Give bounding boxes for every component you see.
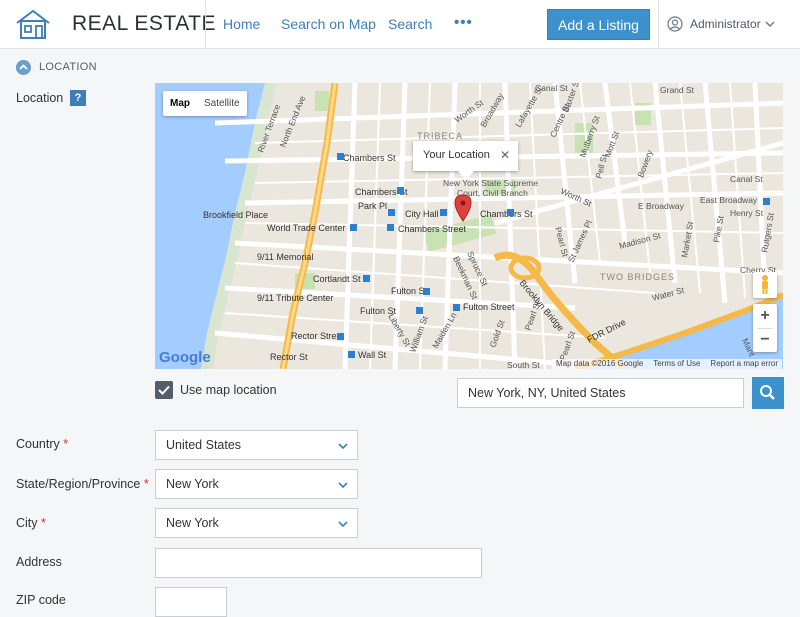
map-label: Cortlandt St bbox=[313, 274, 361, 284]
map-label: Broadway bbox=[478, 91, 506, 129]
map-label: East Broadway bbox=[700, 195, 758, 205]
city-value: New York bbox=[166, 516, 219, 530]
chevron-down-icon[interactable] bbox=[764, 18, 776, 30]
map-type-control: Map Satellite bbox=[163, 91, 247, 116]
chevron-down-icon bbox=[338, 521, 348, 528]
map-label: Chambers Street bbox=[398, 224, 467, 234]
map-label: 9/11 Tribute Center bbox=[257, 293, 333, 303]
use-map-location-checkbox[interactable] bbox=[155, 381, 173, 399]
map-type-map[interactable]: Map bbox=[163, 91, 197, 116]
location-pin-icon bbox=[454, 194, 472, 222]
map-label: Chambers St bbox=[480, 209, 533, 219]
user-divider bbox=[658, 0, 659, 49]
street-view-pegman-icon[interactable] bbox=[753, 272, 777, 298]
zip-input[interactable] bbox=[155, 587, 227, 617]
house-logo-icon[interactable] bbox=[14, 8, 52, 40]
map-label: Rector St bbox=[270, 352, 308, 362]
city-select[interactable]: New York bbox=[155, 508, 358, 538]
map-data-text: Map data ©2016 Google bbox=[556, 359, 644, 368]
map-label: Gold St bbox=[487, 318, 506, 349]
nav-divider bbox=[205, 0, 206, 49]
map-label: Water St bbox=[651, 285, 686, 303]
map-label: Grand St bbox=[660, 85, 695, 95]
map-canvas[interactable]: TRIBECA TWO BRIDGES Canal St Grand St Ca… bbox=[155, 83, 783, 369]
zoom-in-button[interactable]: + bbox=[753, 304, 777, 328]
map-label: Canal St bbox=[730, 174, 763, 184]
brand-title[interactable]: REAL ESTATE bbox=[72, 12, 216, 36]
map-label: Chambers St bbox=[343, 153, 396, 163]
map-label: E Broadway bbox=[638, 201, 685, 211]
location-label: Location bbox=[16, 91, 64, 105]
map-label: Fulton St bbox=[391, 286, 428, 296]
country-label: Country * bbox=[16, 437, 69, 451]
zoom-out-button[interactable]: − bbox=[753, 328, 777, 352]
help-icon[interactable]: ? bbox=[70, 90, 86, 106]
chevron-down-icon bbox=[338, 443, 348, 450]
map-label: Liberty St bbox=[386, 312, 413, 349]
zip-label: ZIP code bbox=[16, 593, 66, 607]
state-select[interactable]: New York bbox=[155, 469, 358, 499]
nav-home[interactable]: Home bbox=[223, 16, 260, 32]
map-label: 9/11 Memorial bbox=[257, 252, 313, 262]
info-window: Your Location ✕ bbox=[413, 141, 518, 171]
more-menu-icon[interactable]: ••• bbox=[454, 14, 473, 31]
address-input[interactable] bbox=[155, 548, 482, 578]
report-error-link[interactable]: Report a map error bbox=[710, 359, 778, 369]
map-label: Wall St bbox=[358, 350, 387, 360]
map-label: Pike St bbox=[711, 214, 726, 243]
zoom-control: + − bbox=[753, 304, 777, 352]
add-listing-button[interactable]: Add a Listing bbox=[547, 9, 650, 40]
city-label: City * bbox=[16, 516, 46, 530]
map-label: William St bbox=[407, 314, 430, 354]
chevron-down-icon bbox=[338, 482, 348, 489]
map-type-satellite[interactable]: Satellite bbox=[197, 91, 247, 116]
search-icon bbox=[760, 385, 775, 400]
map-label: Brookfield Place bbox=[203, 210, 268, 220]
map-label: City Hall bbox=[405, 209, 439, 219]
map-label: FDR Drive bbox=[585, 317, 627, 345]
info-window-title: Your Location bbox=[423, 149, 490, 161]
map-label: Market St bbox=[679, 220, 695, 258]
map-label: Park Pl bbox=[358, 201, 387, 211]
map-label: Lafayette St bbox=[513, 84, 545, 129]
map-label: Fulton Street bbox=[463, 302, 515, 312]
user-avatar-icon[interactable] bbox=[667, 16, 683, 32]
state-label: State/Region/Province * bbox=[16, 477, 149, 491]
map-label: Henry St bbox=[730, 208, 764, 218]
google-logo[interactable]: Google bbox=[159, 349, 211, 366]
chevron-up-icon[interactable] bbox=[16, 60, 31, 75]
info-window-tail bbox=[458, 171, 474, 181]
nav-search[interactable]: Search bbox=[388, 16, 432, 32]
map-attribution: Map data ©2016 Google Terms of Use Repor… bbox=[552, 359, 783, 369]
top-bar: REAL ESTATE Home Search on Map Search ••… bbox=[0, 0, 800, 49]
address-label: Address bbox=[16, 555, 62, 569]
terms-link[interactable]: Terms of Use bbox=[653, 359, 700, 369]
country-value: United States bbox=[166, 438, 242, 452]
section-title[interactable]: LOCATION bbox=[39, 61, 97, 73]
country-select[interactable]: United States bbox=[155, 430, 358, 460]
state-value: New York bbox=[166, 477, 219, 491]
map-label: World Trade Center bbox=[267, 223, 345, 233]
map-label-two-bridges: TWO BRIDGES bbox=[600, 272, 675, 282]
user-menu[interactable]: Administrator bbox=[690, 17, 761, 31]
map-label: South St bbox=[507, 360, 540, 369]
close-icon[interactable]: ✕ bbox=[500, 148, 510, 162]
location-search-input[interactable] bbox=[457, 378, 744, 408]
map-label: Rector Street bbox=[291, 331, 345, 341]
location-search-button[interactable] bbox=[752, 377, 784, 409]
map-view[interactable]: TRIBECA TWO BRIDGES Canal St Grand St Ca… bbox=[155, 83, 783, 369]
map-label-tribeca: TRIBECA bbox=[417, 131, 463, 141]
use-map-location-label[interactable]: Use map location bbox=[180, 383, 277, 397]
nav-search-on-map[interactable]: Search on Map bbox=[281, 16, 376, 32]
